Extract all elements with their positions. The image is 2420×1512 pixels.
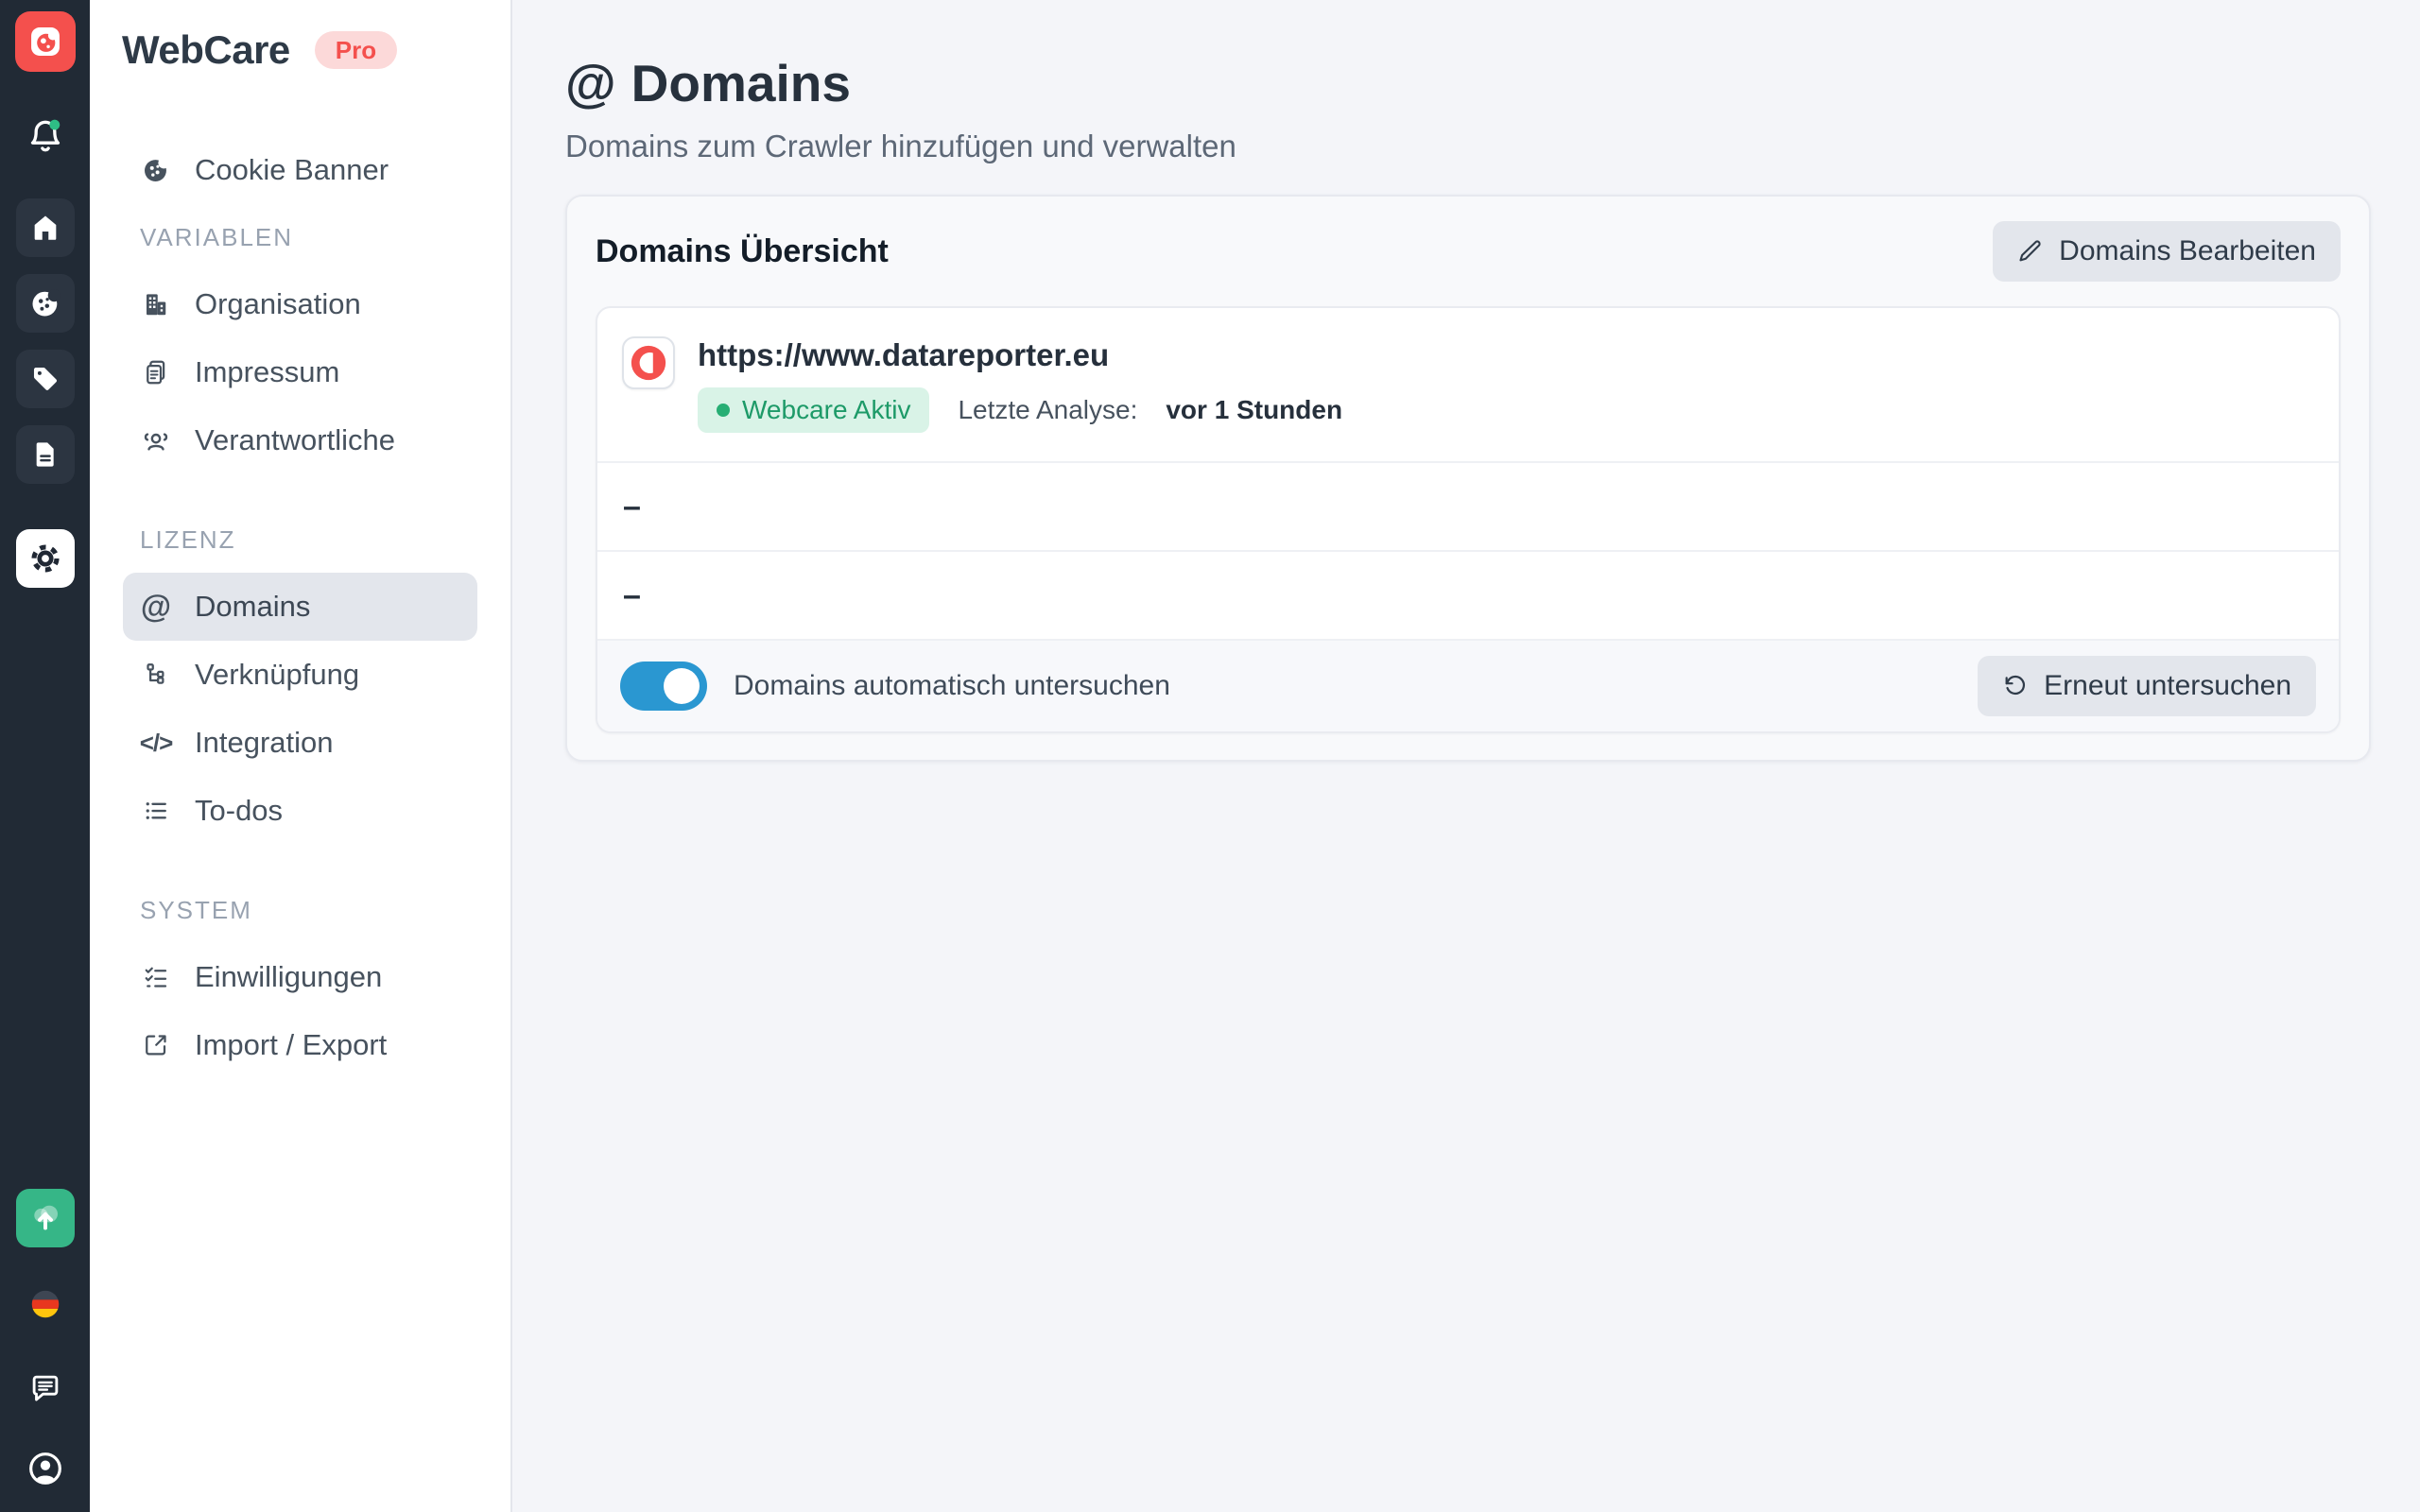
bell-icon[interactable] — [25, 115, 66, 157]
at-icon: @ — [565, 53, 616, 113]
auto-scan-control: Domains automatisch untersuchen — [620, 662, 1170, 711]
empty-domain-row: – — [597, 550, 2339, 639]
list-icon — [140, 797, 172, 825]
domain-meta: Webcare Aktiv Letzte Analyse: vor 1 Stun… — [698, 387, 1342, 433]
card-title: Domains Übersicht — [596, 233, 889, 270]
domain-row[interactable]: https://www.datareporter.eu Webcare Akti… — [597, 308, 2339, 461]
brand-name: WebCare — [122, 27, 290, 73]
sidebar-item-domains[interactable]: @ Domains — [123, 573, 477, 641]
status-dot-icon — [717, 404, 730, 417]
card-footer: Domains automatisch untersuchen Erneut u… — [597, 639, 2339, 731]
home-icon[interactable] — [16, 198, 75, 257]
tag-icon[interactable] — [16, 350, 75, 408]
sidebar-item-todos[interactable]: To-dos — [123, 777, 477, 845]
rescan-button[interactable]: Erneut untersuchen — [1978, 656, 2316, 716]
sidebar-item-label: Integration — [195, 726, 334, 760]
sidebar-item-import-export[interactable]: Import / Export — [123, 1011, 477, 1079]
sidebar-item-impressum[interactable]: Impressum — [123, 338, 477, 406]
brand-row: WebCare Pro — [90, 23, 510, 77]
hierarchy-icon — [140, 661, 172, 689]
edit-domains-button[interactable]: Domains Bearbeiten — [1993, 221, 2341, 282]
sidebar-item-label: Verantwortliche — [195, 423, 395, 457]
people-icon — [140, 425, 172, 455]
sidebar-item-label: Domains — [195, 590, 310, 624]
document-icon[interactable] — [16, 425, 75, 484]
page-title-text: Domains — [631, 53, 851, 113]
sidebar-item-label: Cookie Banner — [195, 153, 389, 187]
auto-scan-label: Domains automatisch untersuchen — [734, 670, 1170, 702]
gear-icon[interactable] — [16, 529, 75, 588]
rotate-ccw-icon — [2002, 673, 2029, 699]
status-badge: Webcare Aktiv — [698, 387, 929, 433]
sidebar: WebCare Pro Cookie Banner VARIABLEN — [90, 0, 512, 1512]
sidebar-item-verantwortliche[interactable]: Verantwortliche — [123, 406, 477, 474]
icon-rail — [0, 0, 90, 1512]
import-export-icon — [140, 1031, 172, 1059]
sidebar-section-system: SYSTEM — [123, 877, 477, 943]
checklist-icon — [140, 963, 172, 991]
rail-nav — [16, 198, 75, 588]
last-analysis-label: Letzte Analyse: — [958, 395, 1137, 425]
webcare-logo[interactable] — [15, 11, 76, 72]
toggle-knob — [664, 668, 700, 704]
domain-info: https://www.datareporter.eu Webcare Akti… — [698, 336, 1342, 433]
domain-logo — [622, 336, 675, 389]
sidebar-item-cookie-banner[interactable]: Cookie Banner — [123, 136, 477, 204]
rescan-label: Erneut untersuchen — [2044, 670, 2291, 702]
code-icon: </> — [140, 729, 172, 758]
sidebar-menu: Cookie Banner VARIABLEN Organisation — [90, 136, 510, 1079]
page-subtitle: Domains zum Crawler hinzufügen und verwa… — [565, 129, 2371, 164]
pencil-icon — [2017, 238, 2044, 265]
cookie-icon[interactable] — [16, 274, 75, 333]
building-icon — [140, 290, 172, 318]
status-label: Webcare Aktiv — [742, 395, 910, 425]
card-header: Domains Übersicht Domains Bearbeiten — [567, 197, 2369, 306]
domain-url: https://www.datareporter.eu — [698, 336, 1342, 374]
empty-domain-row: – — [597, 461, 2339, 550]
page-title: @ Domains — [565, 53, 2371, 113]
sidebar-item-verknuepfung[interactable]: Verknüpfung — [123, 641, 477, 709]
sidebar-item-einwilligungen[interactable]: Einwilligungen — [123, 943, 477, 1011]
sidebar-item-label: Organisation — [195, 287, 361, 321]
domains-list: https://www.datareporter.eu Webcare Akti… — [596, 306, 2341, 733]
sidebar-item-label: Einwilligungen — [195, 960, 382, 994]
german-flag-icon[interactable] — [28, 1287, 62, 1321]
sidebar-item-organisation[interactable]: Organisation — [123, 270, 477, 338]
last-analysis-value: vor 1 Stunden — [1166, 395, 1342, 425]
main-content: @ Domains Domains zum Crawler hinzufügen… — [512, 0, 2420, 1512]
pages-icon — [140, 358, 172, 387]
chat-icon[interactable] — [27, 1370, 63, 1406]
sidebar-section-lizenz: LIZENZ — [123, 507, 477, 573]
sidebar-item-label: Verknüpfung — [195, 658, 359, 692]
sidebar-item-label: Import / Export — [195, 1028, 387, 1062]
cookie-icon — [140, 155, 172, 185]
domains-overview-card: Domains Übersicht Domains Bearbeiten — [565, 195, 2371, 762]
sidebar-item-label: To-dos — [195, 794, 283, 828]
sidebar-item-integration[interactable]: </> Integration — [123, 709, 477, 777]
auto-scan-toggle[interactable] — [620, 662, 707, 711]
sidebar-section-variablen: VARIABLEN — [123, 204, 477, 270]
edit-domains-label: Domains Bearbeiten — [2059, 235, 2316, 267]
at-icon: @ — [140, 589, 172, 625]
sidebar-item-label: Impressum — [195, 355, 339, 389]
user-icon[interactable] — [26, 1450, 64, 1487]
pro-badge: Pro — [315, 31, 397, 69]
cloud-upload-icon[interactable] — [16, 1189, 75, 1247]
rail-bottom — [16, 1189, 75, 1512]
